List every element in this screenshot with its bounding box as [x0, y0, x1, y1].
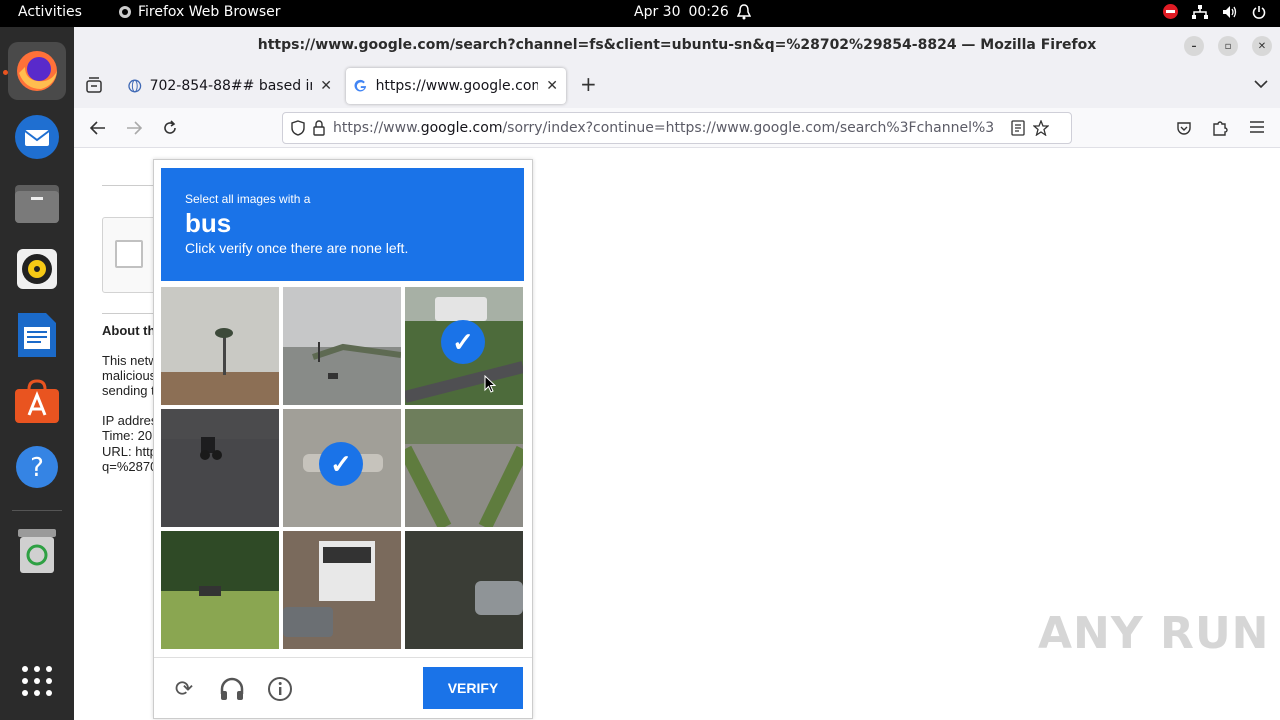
verify-button[interactable]: VERIFY [423, 667, 523, 709]
tab-search-result[interactable]: 702-854-88## based in La ✕ [120, 68, 340, 104]
dock-files[interactable] [8, 174, 66, 232]
para-line: malicious [102, 368, 154, 383]
files-icon [15, 185, 59, 223]
selected-check-icon: ✓ [441, 320, 485, 364]
close-tab-icon[interactable]: ✕ [546, 78, 558, 94]
forward-button[interactable] [126, 121, 142, 135]
info-line: Time: 20 [102, 428, 153, 443]
nav-bar: https://www.google.com/sorry/index?conti… [74, 108, 1280, 148]
extensions-icon[interactable] [1212, 119, 1228, 137]
selected-check-icon: ✓ [319, 442, 363, 486]
chevron-down-icon [1254, 80, 1268, 89]
trash-icon [18, 529, 56, 573]
dock-separator [12, 510, 62, 511]
do-not-disturb-icon [1163, 4, 1178, 19]
dock-firefox[interactable] [8, 42, 66, 100]
system-tray[interactable] [1163, 4, 1266, 19]
app-center-icon [15, 379, 59, 423]
shield-icon[interactable] [291, 120, 305, 136]
recaptcha-checkbox[interactable] [115, 240, 143, 268]
reload-button[interactable] [162, 120, 178, 136]
anyrun-watermark: ANY RUN [1038, 608, 1270, 659]
window-controls: – ▫ ✕ [1184, 36, 1272, 56]
captcha-header: Select all images with a bus Click verif… [161, 168, 524, 281]
captcha-tile[interactable] [161, 287, 279, 405]
maximize-button[interactable]: ▫ [1218, 36, 1238, 56]
lock-icon[interactable] [313, 120, 325, 136]
activities-button[interactable]: Activities [18, 4, 82, 20]
captcha-instruction: Select all images with a [185, 192, 311, 206]
dock-trash[interactable] [8, 522, 66, 580]
dock-rhythmbox[interactable] [8, 240, 66, 298]
captcha-target: bus [185, 208, 232, 238]
help-icon: ? [16, 446, 58, 488]
writer-icon [18, 313, 56, 357]
menu-icon[interactable] [1250, 121, 1264, 133]
minimize-button[interactable]: – [1184, 36, 1204, 56]
clock[interactable]: Apr 30 00:26 [634, 4, 751, 20]
captcha-tile[interactable] [283, 287, 401, 405]
google-icon [354, 79, 367, 92]
info-icon[interactable] [267, 676, 293, 702]
show-apps-icon [22, 666, 52, 696]
dock-app-center[interactable] [8, 372, 66, 430]
captcha-tile[interactable] [161, 409, 279, 527]
url-text[interactable]: https://www.google.com/sorry/index?conti… [333, 120, 1003, 136]
url-bar[interactable]: https://www.google.com/sorry/index?conti… [282, 112, 1072, 144]
captcha-tile[interactable] [161, 531, 279, 649]
captcha-tile-selected[interactable]: ✓ [405, 287, 523, 405]
firefox-small-icon [119, 6, 131, 18]
reader-view-icon[interactable] [1011, 120, 1025, 136]
about-heading: About th [102, 323, 154, 338]
captcha-tile[interactable] [405, 531, 523, 649]
list-all-tabs-button[interactable] [1254, 74, 1268, 93]
info-line: IP addres [102, 413, 154, 428]
thunderbird-icon [15, 115, 59, 159]
dock-show-apps[interactable] [8, 652, 66, 710]
window-title: https://www.google.com/search?channel=fs… [257, 37, 1097, 53]
pocket-icon[interactable] [1176, 120, 1192, 136]
bell-icon [736, 4, 751, 20]
para-line: sending t [102, 383, 154, 398]
captcha-footer: ⟳ VERIFY [154, 657, 532, 719]
captcha-tile-selected[interactable]: ✓ [283, 409, 401, 527]
audio-challenge-icon[interactable] [219, 676, 245, 702]
reload-challenge-icon[interactable]: ⟳ [171, 676, 197, 702]
network-icon [1192, 4, 1208, 19]
tab-google[interactable]: https://www.google.com ✕ [346, 68, 566, 104]
gnome-top-bar: Activities Firefox Web Browser Apr 30 00… [0, 0, 1280, 27]
mouse-cursor [484, 375, 496, 393]
dock-help[interactable]: ? [8, 438, 66, 496]
bookmark-star-icon[interactable] [1033, 120, 1049, 136]
svg-text:?: ? [30, 453, 44, 483]
rhythmbox-icon [17, 249, 57, 289]
captcha-subinstruction: Click verify once there are none left. [185, 240, 409, 256]
app-name: Firefox Web Browser [138, 4, 281, 20]
info-line[interactable]: URL: http [102, 444, 154, 459]
clock-time: 00:26 [688, 4, 729, 20]
dock-writer[interactable] [8, 306, 66, 364]
clock-date: Apr 30 [634, 4, 681, 20]
captcha-challenge: Select all images with a bus Click verif… [153, 159, 533, 719]
close-window-button[interactable]: ✕ [1252, 36, 1272, 56]
tab-bar: 702-854-88## based in La ✕ https://www.g… [74, 64, 1280, 108]
captcha-tile[interactable] [405, 409, 523, 527]
app-menu[interactable]: Firefox Web Browser [118, 4, 281, 20]
info-line[interactable]: q=%2870 [102, 459, 154, 474]
dock: ? [0, 27, 74, 720]
tab-title: https://www.google.com [375, 78, 539, 94]
close-tab-icon[interactable]: ✕ [320, 78, 332, 94]
new-tab-button[interactable]: + [580, 72, 597, 96]
window-titlebar[interactable]: https://www.google.com/search?channel=fs… [74, 27, 1280, 64]
para-line: This netw [102, 353, 154, 368]
firefox-view-icon[interactable] [86, 77, 102, 93]
volume-icon [1223, 5, 1237, 18]
globe-icon [128, 79, 142, 93]
dock-thunderbird[interactable] [8, 108, 66, 166]
power-icon [1252, 5, 1266, 19]
back-button[interactable] [90, 121, 106, 135]
tab-title: 702-854-88## based in La [149, 78, 313, 94]
captcha-tile[interactable] [283, 531, 401, 649]
firefox-icon [17, 51, 57, 91]
